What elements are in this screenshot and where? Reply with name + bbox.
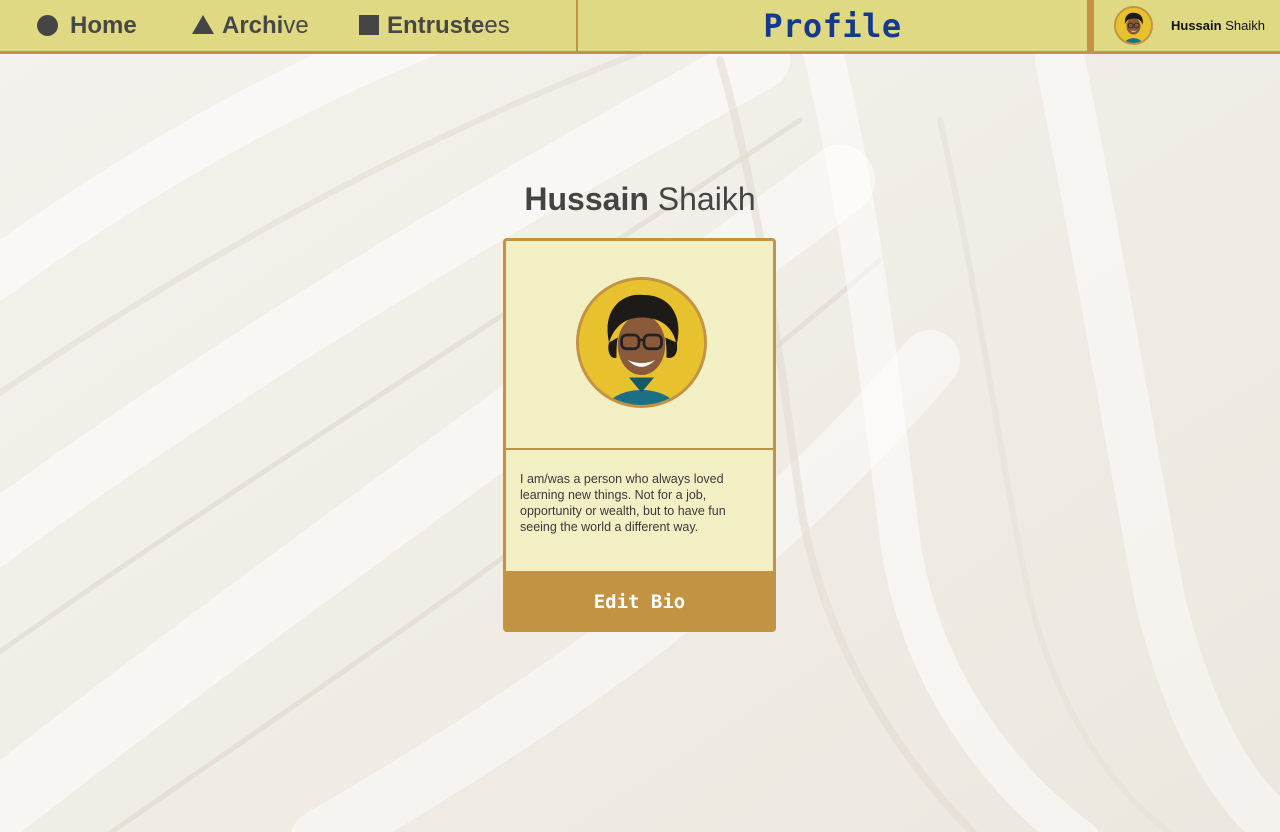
nav-home-label: Home [70, 11, 137, 39]
square-icon [359, 14, 379, 35]
top-navigation-bar: Home Archi ve Entruste es Profile Hussain … [0, 0, 1280, 54]
user-profile-chip[interactable]: Hussain Shaikh [1094, 0, 1280, 51]
nav-archive[interactable]: Archi ve [192, 0, 309, 51]
nav-archive-label-suffix: ve [283, 11, 309, 39]
nav-home[interactable]: Home [37, 0, 137, 51]
page-title: Profile [763, 6, 902, 45]
user-divider [1087, 0, 1094, 51]
profile-card: I am/was a person who always loved learn… [503, 238, 776, 632]
edit-bio-button[interactable]: Edit Bio [506, 571, 773, 629]
user-avatar [1114, 6, 1153, 45]
profile-avatar [576, 277, 707, 408]
nav-entrustees-label: Entruste [387, 11, 485, 39]
profile-name-heading: Hussain Shaikh [0, 181, 1280, 218]
profile-first-name: Hussain [524, 181, 649, 217]
nav-entrustees[interactable]: Entruste es [359, 0, 510, 51]
profile-photo-area [506, 241, 773, 450]
nav-entrustees-label-suffix: es [484, 11, 510, 39]
user-last-name: Shaikh [1225, 18, 1265, 33]
user-first-name: Hussain [1171, 18, 1222, 33]
circle-icon [37, 15, 58, 36]
profile-last-name: Shaikh [657, 181, 756, 217]
user-name: Hussain Shaikh [1171, 18, 1265, 33]
triangle-icon [192, 15, 214, 34]
bio-text: I am/was a person who always loved learn… [520, 472, 726, 534]
nav-archive-label: Archi [222, 11, 284, 39]
